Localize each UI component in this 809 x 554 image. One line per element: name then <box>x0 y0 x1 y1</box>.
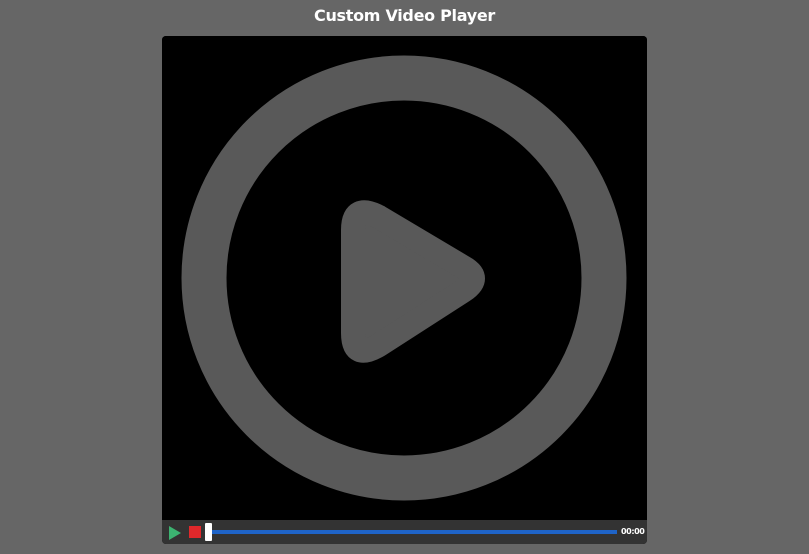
page: Custom Video Player 00:00 <box>0 0 809 554</box>
play-circle-icon[interactable] <box>181 55 627 501</box>
controls-bar: 00:00 <box>162 520 647 544</box>
time-display: 00:00 <box>621 527 645 536</box>
stop-button[interactable] <box>189 526 201 538</box>
video-area[interactable] <box>162 36 647 520</box>
progress-bar[interactable] <box>208 530 617 534</box>
video-player: 00:00 <box>162 36 647 544</box>
page-title: Custom Video Player <box>314 6 495 25</box>
play-icon <box>169 526 181 540</box>
play-button[interactable] <box>168 525 182 540</box>
progress-scrubber[interactable] <box>205 523 212 541</box>
